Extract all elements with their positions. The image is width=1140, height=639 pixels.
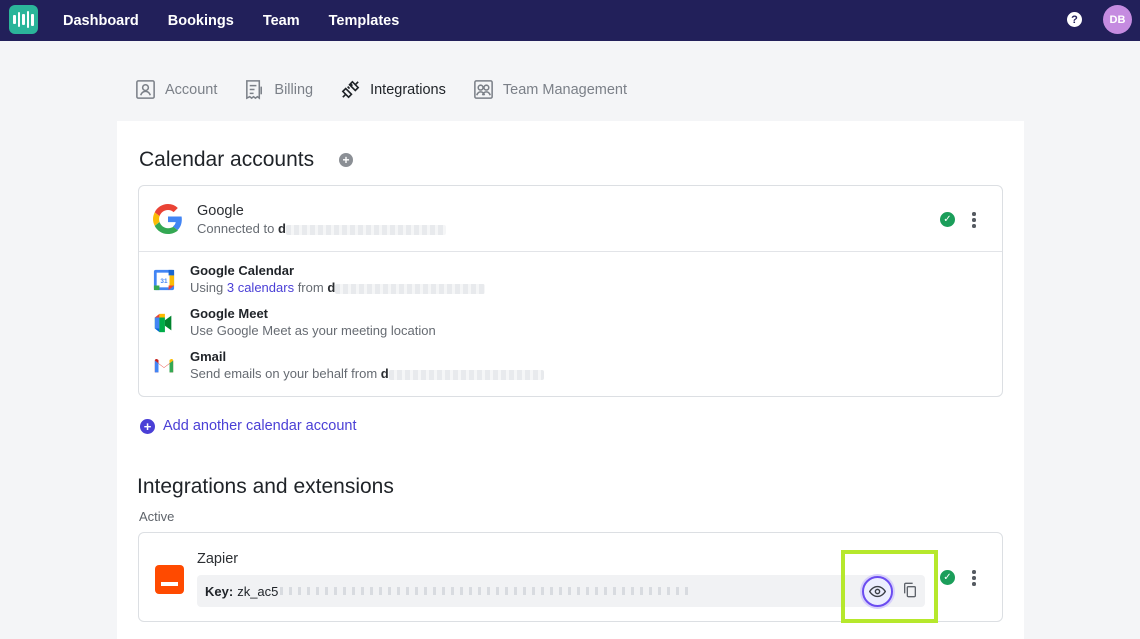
service-desc: Using 3 calendars from d bbox=[190, 280, 486, 295]
user-card-icon bbox=[136, 80, 155, 99]
redacted-key bbox=[280, 587, 691, 595]
service-desc: Send emails on your behalf from d bbox=[190, 366, 544, 381]
zapier-name: Zapier bbox=[197, 551, 239, 567]
redacted-email bbox=[335, 283, 486, 294]
service-title: Google Calendar bbox=[190, 263, 295, 278]
help-icon[interactable]: ? bbox=[1067, 12, 1082, 27]
zapier-active-check-icon: ✓ bbox=[940, 570, 955, 585]
zapier-logo-icon bbox=[155, 565, 184, 594]
tab-team-management[interactable]: Team Management bbox=[472, 78, 627, 101]
team-icon bbox=[473, 80, 493, 99]
copy-key-button[interactable] bbox=[900, 579, 920, 601]
eye-icon bbox=[869, 585, 886, 598]
key-label: Key: bbox=[205, 583, 234, 599]
plug-icon bbox=[341, 80, 360, 99]
google-account-name: Google bbox=[197, 203, 244, 219]
nav-links: Dashboard Bookings Team Templates bbox=[63, 0, 399, 41]
nav-dashboard[interactable]: Dashboard bbox=[63, 13, 139, 29]
google-logo-icon bbox=[153, 204, 182, 234]
zapier-more-icon[interactable] bbox=[972, 570, 976, 586]
google-calendar-icon: 31 bbox=[153, 269, 175, 291]
service-title: Gmail bbox=[190, 349, 227, 364]
tab-account[interactable]: Account bbox=[134, 78, 217, 101]
tab-account-label: Account bbox=[165, 81, 218, 98]
plus-circle-icon: + bbox=[140, 418, 155, 434]
calendar-accounts-title: Calendar accounts bbox=[139, 148, 315, 171]
top-navbar: Dashboard Bookings Team Templates ? DB bbox=[0, 0, 1140, 41]
nav-bookings[interactable]: Bookings bbox=[168, 13, 234, 29]
api-key-field[interactable]: Key: zk_ac5 bbox=[197, 575, 925, 607]
add-calendar-account-link[interactable]: + Add another calendar account bbox=[140, 418, 356, 434]
tab-billing[interactable]: Billing bbox=[243, 78, 313, 101]
app-logo[interactable] bbox=[9, 5, 38, 34]
copy-icon bbox=[904, 582, 916, 598]
integrations-title: Integrations and extensions bbox=[137, 475, 394, 498]
google-connected-text: Connected to d bbox=[197, 221, 446, 236]
show-key-button[interactable] bbox=[862, 576, 893, 607]
connected-check-icon: ✓ bbox=[940, 212, 955, 227]
tab-billing-label: Billing bbox=[274, 81, 314, 98]
service-desc: Use Google Meet as your meeting location bbox=[190, 323, 436, 338]
add-calendar-account-label: Add another calendar account bbox=[163, 418, 357, 434]
service-google-meet: Google Meet Use Google Meet as your meet… bbox=[153, 306, 436, 338]
account-more-icon[interactable] bbox=[972, 212, 976, 228]
nav-team[interactable]: Team bbox=[263, 13, 300, 29]
calendars-link[interactable]: 3 calendars bbox=[227, 280, 294, 295]
service-title: Google Meet bbox=[190, 306, 269, 321]
tab-integrations[interactable]: Integrations bbox=[339, 78, 446, 101]
service-gmail: Gmail Send emails on your behalf from d bbox=[153, 349, 544, 381]
google-account-header: Google Connected to d ✓ bbox=[139, 186, 1002, 252]
tab-integrations-label: Integrations bbox=[370, 81, 446, 98]
tab-team-management-label: Team Management bbox=[502, 81, 627, 98]
redacted-email bbox=[388, 369, 544, 380]
google-meet-icon bbox=[154, 313, 172, 333]
settings-tabs: Account Billing Integrations Team Manage… bbox=[134, 78, 653, 101]
redacted-email bbox=[285, 224, 446, 235]
service-google-calendar: 31 Google Calendar Using 3 calendars fro… bbox=[153, 263, 486, 295]
svg-text:31: 31 bbox=[160, 278, 168, 285]
google-account-card: Google Connected to d ✓ 31 Google Calend… bbox=[138, 185, 1003, 397]
invoice-icon bbox=[246, 80, 263, 100]
gmail-icon bbox=[154, 358, 174, 373]
nav-templates[interactable]: Templates bbox=[329, 13, 400, 29]
user-avatar[interactable]: DB bbox=[1103, 5, 1132, 34]
key-value: zk_ac5 bbox=[237, 583, 279, 599]
active-section-label: Active bbox=[139, 509, 175, 524]
add-calendar-icon[interactable]: + bbox=[339, 153, 353, 167]
